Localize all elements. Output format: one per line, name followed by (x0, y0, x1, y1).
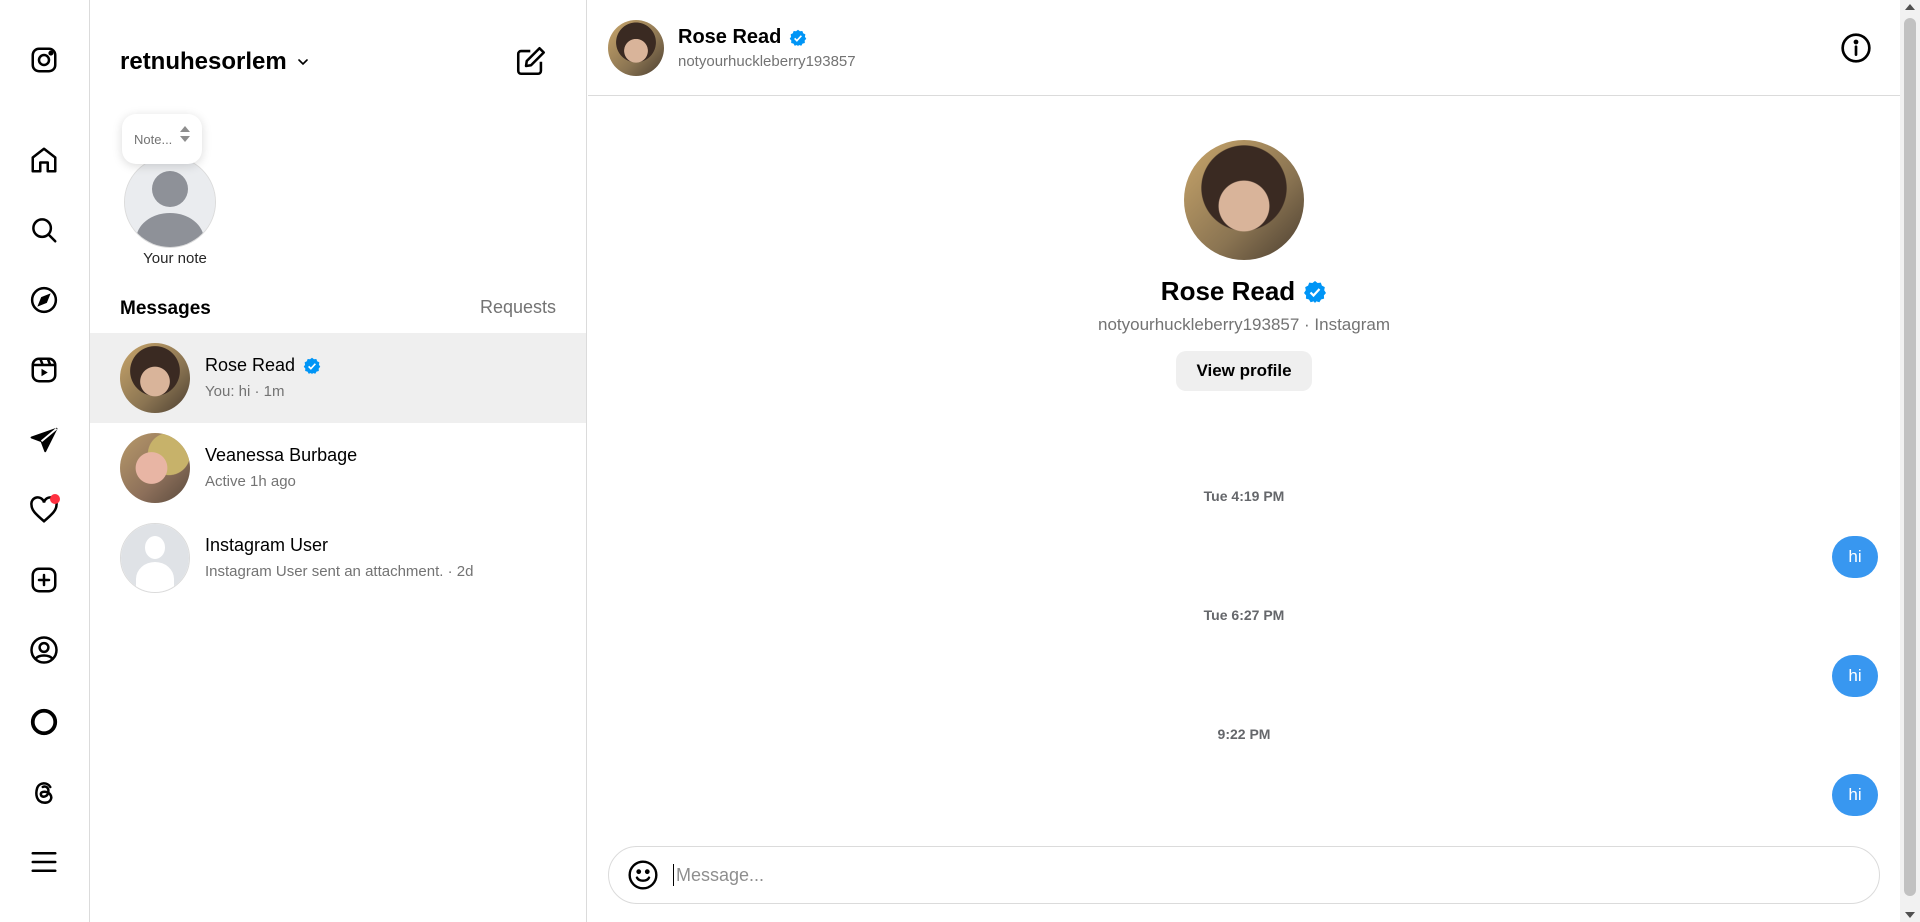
note-bubble[interactable]: Note... (122, 114, 202, 164)
explore-icon[interactable] (26, 282, 62, 318)
emoji-icon[interactable] (627, 859, 659, 891)
chevron-down-icon (297, 59, 308, 66)
avatar (120, 523, 190, 593)
conversation-name: Veanessa Burbage (205, 445, 358, 465)
message-timestamp: 9:22 PM (1217, 726, 1271, 742)
notification-dot (50, 494, 60, 504)
chat-header-avatar[interactable] (608, 20, 664, 76)
avatar (120, 343, 190, 413)
page-scrollbar[interactable] (1900, 0, 1920, 922)
create-icon[interactable] (26, 562, 62, 598)
view-profile-button[interactable]: View profile (1176, 351, 1312, 391)
nav-rail (0, 0, 90, 922)
chat-header-name: Rose Read (678, 26, 782, 48)
message-input[interactable] (676, 864, 1826, 886)
compose-icon (516, 46, 546, 76)
menu-icon[interactable] (26, 844, 62, 880)
chat-header: Rose Read notyourhuckleberry193857 (588, 0, 1900, 96)
conversation-preview: Instagram User sent an attachment. · 2d (205, 563, 474, 580)
scrollbar-thumb[interactable] (1904, 18, 1916, 896)
chat-panel: Rose Read notyourhuckleberry193857 Rose … (588, 0, 1900, 922)
conversation-list-panel: retnuhesorlem Note... Your note Messages… (90, 0, 587, 922)
reels-icon[interactable] (26, 352, 62, 388)
search-icon[interactable] (26, 212, 62, 248)
message-timestamp: Tue 6:27 PM (1203, 607, 1285, 623)
chat-header-handle: notyourhuckleberry193857 (678, 53, 856, 70)
profile-name: Rose Read (1160, 276, 1296, 306)
conversation-item[interactable]: Rose Read You: hi · 1m (90, 333, 586, 423)
messages-heading: Messages (120, 298, 211, 319)
direct-send-icon[interactable] (26, 422, 62, 458)
scroll-up-icon[interactable] (1905, 4, 1915, 10)
verified-badge-icon (1304, 280, 1327, 303)
avatar (120, 433, 190, 503)
profile-icon[interactable] (26, 632, 62, 668)
conversation-preview: Active 1h ago (205, 473, 296, 490)
profile-avatar (1184, 140, 1304, 260)
profile-subline: notyourhuckleberry193857 · Instagram (1098, 315, 1390, 334)
home-icon[interactable] (26, 142, 62, 178)
conversation-name: Instagram User (205, 535, 329, 555)
your-note[interactable]: Note... Your note (120, 114, 230, 274)
scroll-down-icon[interactable] (1905, 912, 1915, 918)
message-composer (608, 846, 1880, 904)
instagram-logo-icon[interactable] (26, 42, 62, 78)
info-icon (1841, 33, 1871, 63)
requests-link[interactable]: Requests (480, 297, 556, 318)
account-switcher[interactable]: retnuhesorlem (120, 48, 311, 76)
profile-card: Rose Read notyourhuckleberry193857 · Ins… (588, 140, 1900, 391)
new-message-button[interactable] (514, 44, 548, 78)
chat-header-name-row[interactable]: Rose Read (678, 26, 807, 49)
note-bubble-text: Note... (134, 131, 173, 147)
message-timestamp: Tue 4:19 PM (1203, 488, 1285, 504)
heart-icon[interactable] (26, 492, 62, 528)
note-avatar[interactable] (124, 156, 216, 248)
account-username: retnuhesorlem (120, 48, 287, 75)
note-label: Your note (143, 250, 207, 267)
sent-message-bubble[interactable]: hi (1832, 655, 1878, 697)
conversation-item[interactable]: Veanessa Burbage Active 1h ago (90, 423, 586, 513)
text-caret (673, 864, 674, 886)
sent-message-bubble[interactable]: hi (1832, 774, 1878, 816)
verified-badge-icon (303, 357, 321, 374)
conversation-name: Rose Read (205, 355, 296, 375)
meta-ai-icon[interactable] (26, 704, 62, 740)
conversation-preview: You: hi · 1m (205, 383, 285, 400)
threads-icon[interactable] (26, 774, 62, 810)
verified-badge-icon (790, 29, 807, 46)
sent-message-bubble[interactable]: hi (1832, 536, 1878, 578)
conversation-info-button[interactable] (1840, 32, 1872, 64)
conversation-item[interactable]: Instagram User Instagram User sent an at… (90, 513, 586, 603)
note-scroll-icon (180, 126, 190, 142)
